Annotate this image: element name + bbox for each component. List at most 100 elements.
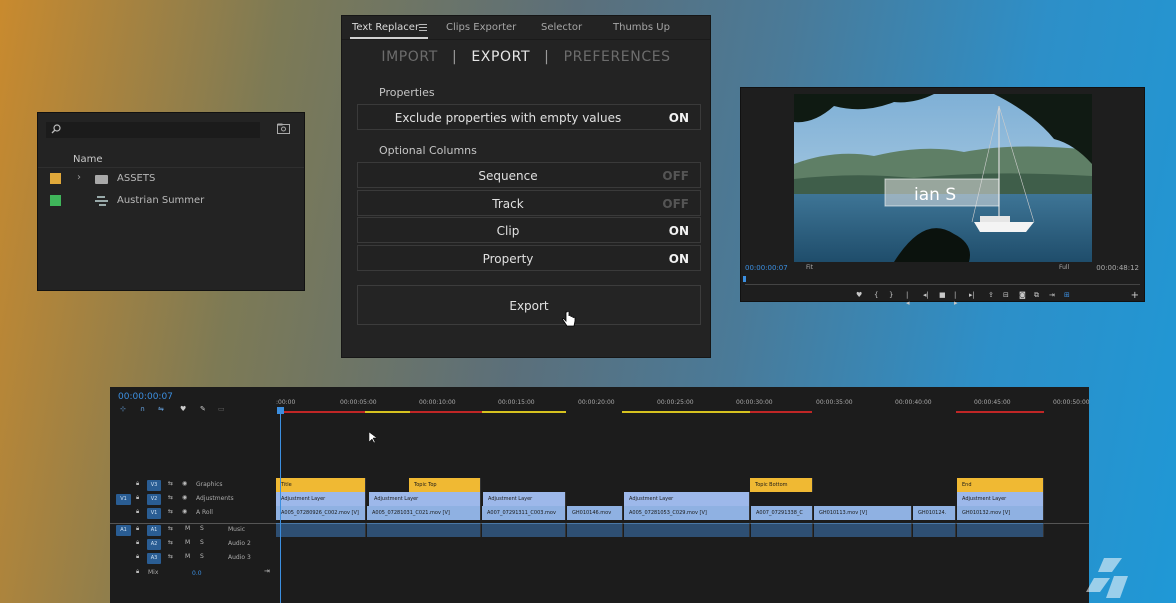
eye-icon[interactable]: ◉ xyxy=(182,508,187,515)
mark-in-icon[interactable]: { xyxy=(874,291,878,299)
lock-icon[interactable]: 🔒︎ xyxy=(136,553,139,561)
timeline-playhead[interactable] xyxy=(280,409,281,603)
project-item-assets[interactable]: › ASSETS xyxy=(38,168,304,190)
tab-clips-exporter[interactable]: Clips Exporter xyxy=(446,22,516,33)
audio-clip[interactable] xyxy=(276,523,366,537)
graphics-clip[interactable]: Title xyxy=(276,478,366,492)
video-clip[interactable]: GH010146.mov xyxy=(567,506,623,520)
video-clip[interactable]: A005_07281031_C021.mov [V] xyxy=(367,506,481,520)
mix-volume-value[interactable]: 0.0 xyxy=(192,570,202,577)
graphics-clip[interactable]: End xyxy=(957,478,1044,492)
mode-import[interactable]: IMPORT xyxy=(381,49,438,65)
property-column-toggle[interactable]: Property ON xyxy=(357,245,701,271)
playhead-timecode[interactable]: 00:00:00:07 xyxy=(745,264,788,272)
video-clip[interactable]: GH010113.mov [V] xyxy=(814,506,912,520)
add-marker-icon[interactable]: ♥ xyxy=(180,405,186,413)
video-clip[interactable]: GH010132.mov [V] xyxy=(957,506,1044,520)
timeline-timecode[interactable]: 00:00:00:07 xyxy=(118,392,173,402)
mode-preferences[interactable]: PREFERENCES xyxy=(564,49,671,65)
lock-icon[interactable]: 🔒︎ xyxy=(136,494,139,502)
track-target-a3[interactable]: A3 xyxy=(147,553,161,564)
go-to-out-icon[interactable]: ▸| xyxy=(969,291,975,299)
extract-icon[interactable]: ⊟ xyxy=(1003,291,1009,299)
lift-icon[interactable]: ⇪ xyxy=(988,291,994,299)
video-clip[interactable]: A007_07291338_C xyxy=(751,506,813,520)
mute-icon[interactable]: M xyxy=(185,539,190,546)
lock-icon[interactable]: 🔒︎ xyxy=(136,568,139,576)
tab-text-replacer[interactable]: Text Replacer xyxy=(352,22,419,33)
insert-icon[interactable]: ⇥ xyxy=(1049,291,1055,299)
sequence-column-toggle[interactable]: Sequence OFF xyxy=(357,162,701,188)
search-icon[interactable] xyxy=(51,124,61,134)
video-clip[interactable]: GH010124. xyxy=(913,506,956,520)
track-target-a1[interactable]: A1 xyxy=(147,525,161,536)
captions-icon[interactable]: ▭ xyxy=(218,405,225,413)
eye-icon[interactable]: ◉ xyxy=(182,494,187,501)
resolution-select[interactable]: Full xyxy=(1059,264,1069,271)
lock-icon[interactable]: 🔒︎ xyxy=(136,508,139,516)
monitor-scrub-bar[interactable] xyxy=(745,284,1140,285)
track-target-v1[interactable]: V1 xyxy=(147,508,161,519)
video-clip[interactable]: A007_07291311_C003.mov xyxy=(482,506,566,520)
linked-selection-icon[interactable]: ⇋ xyxy=(158,405,164,413)
clip-column-toggle[interactable]: Clip ON xyxy=(357,217,701,243)
mute-icon[interactable]: M xyxy=(185,525,190,532)
step-back-icon[interactable]: ◂| xyxy=(923,291,929,299)
exclude-empty-toggle[interactable]: Exclude properties with empty values ON xyxy=(357,104,701,130)
audio-clip[interactable] xyxy=(567,523,623,537)
sync-lock-icon[interactable]: ⇆ xyxy=(168,539,173,546)
wrench-icon[interactable]: ✎ xyxy=(200,405,206,413)
panel-menu-icon[interactable] xyxy=(419,24,427,31)
label-color-swatch[interactable] xyxy=(50,173,61,184)
button-editor-icon[interactable]: + xyxy=(1131,290,1139,301)
name-column-header[interactable]: Name xyxy=(73,154,103,165)
audio-clip[interactable] xyxy=(367,523,481,537)
sync-lock-icon[interactable]: ⇆ xyxy=(168,480,173,487)
chevron-right-icon[interactable]: › xyxy=(77,172,81,183)
lock-icon[interactable]: 🔒︎ xyxy=(136,480,139,488)
export-frame-icon[interactable]: ◙ xyxy=(1019,291,1026,299)
export-button[interactable]: Export xyxy=(357,285,701,325)
track-target-v2[interactable]: V2 xyxy=(147,494,161,505)
video-clip[interactable]: A005_07281053_C029.mov [V] xyxy=(624,506,750,520)
audio-clip[interactable] xyxy=(913,523,956,537)
adjustment-layer-clip[interactable]: Adjustment Layer xyxy=(276,492,366,506)
nest-icon[interactable]: ⊹ xyxy=(120,405,126,413)
audio-clip[interactable] xyxy=(814,523,912,537)
audio-clip[interactable] xyxy=(624,523,750,537)
solo-icon[interactable]: S xyxy=(200,525,204,532)
tab-thumbs-up[interactable]: Thumbs Up xyxy=(613,22,670,33)
stop-icon[interactable]: ■ xyxy=(939,291,946,299)
monitor-playhead[interactable] xyxy=(743,276,746,282)
snap-icon[interactable]: ∩ xyxy=(140,405,145,413)
video-frame[interactable]: ian S xyxy=(794,94,1092,262)
label-color-swatch[interactable] xyxy=(50,195,61,206)
graphics-clip[interactable]: Topic Top xyxy=(409,478,481,492)
zoom-level-select[interactable]: Fit xyxy=(806,264,813,271)
adjustment-layer-clip[interactable]: Adjustment Layer xyxy=(957,492,1044,506)
eye-icon[interactable]: ◉ xyxy=(182,480,187,487)
sync-lock-icon[interactable]: ⇆ xyxy=(168,494,173,501)
go-to-in-icon[interactable]: |◂ xyxy=(906,291,910,307)
comparison-view-icon[interactable]: ⧉ xyxy=(1034,291,1039,300)
adjustment-layer-clip[interactable]: Adjustment Layer xyxy=(624,492,750,506)
sync-lock-icon[interactable]: ⇆ xyxy=(168,553,173,560)
mode-export[interactable]: EXPORT xyxy=(471,49,530,65)
track-target-v3[interactable]: V3 xyxy=(147,480,161,491)
lock-icon[interactable]: 🔒︎ xyxy=(136,525,139,533)
solo-icon[interactable]: S xyxy=(200,539,204,546)
mark-out-icon[interactable]: } xyxy=(889,291,893,299)
sync-lock-icon[interactable]: ⇆ xyxy=(168,525,173,532)
audio-clip[interactable] xyxy=(482,523,566,537)
step-forward-icon[interactable]: |▸ xyxy=(954,291,958,307)
solo-icon[interactable]: S xyxy=(200,553,204,560)
source-patch-a1[interactable]: A1 xyxy=(116,525,131,536)
new-bin-icon[interactable] xyxy=(277,123,290,134)
tab-selector[interactable]: Selector xyxy=(541,22,582,33)
sync-lock-icon[interactable]: ⇆ xyxy=(168,508,173,515)
audio-clip[interactable] xyxy=(957,523,1044,537)
adjustment-layer-clip[interactable]: Adjustment Layer xyxy=(369,492,481,506)
go-to-end-icon[interactable]: ⇥ xyxy=(264,567,270,575)
video-clip[interactable]: A005_07280926_C002.mov [V] xyxy=(276,506,366,520)
project-item-sequence[interactable]: Austrian Summer xyxy=(38,190,304,212)
